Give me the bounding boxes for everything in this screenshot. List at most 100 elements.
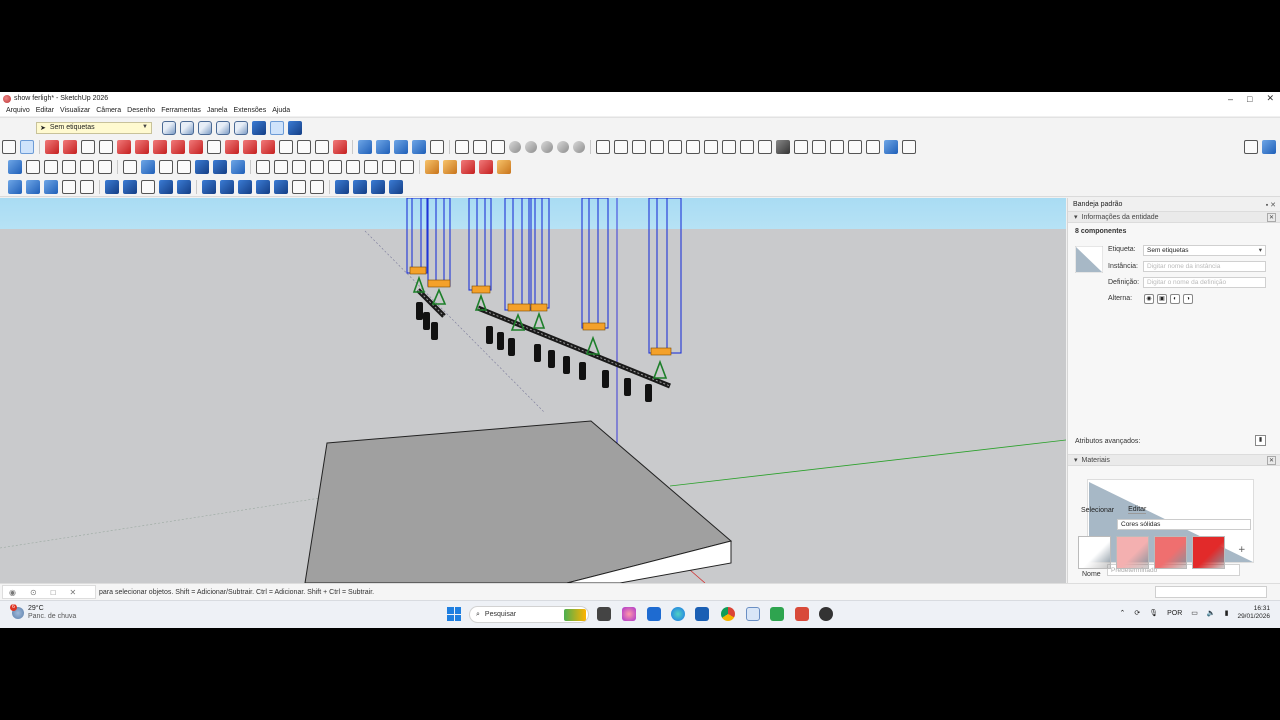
warehouse-icon[interactable] [412,140,426,154]
folder-icon[interactable] [455,140,469,154]
move-icon[interactable] [153,140,167,154]
materials-header[interactable]: ▾ Materiais ✕ [1068,454,1280,466]
receive-shadow-icon[interactable]: ◑ [1183,294,1193,304]
component-icon[interactable] [358,140,372,154]
geo-icon[interactable]: ◉ [9,588,16,597]
close-icon[interactable]: ✕ [1266,93,1274,104]
ext-tool-6-icon[interactable] [213,160,227,174]
app-red-icon[interactable] [795,607,809,621]
ext-tool-5-icon[interactable] [195,160,209,174]
drop-icon-5[interactable] [573,141,585,153]
drop-icon-2[interactable] [525,141,537,153]
ext-tool-8-icon[interactable] [256,160,270,174]
drop-icon-3[interactable] [541,141,553,153]
scale-icon[interactable] [189,140,203,154]
view-icon-2[interactable] [830,140,844,154]
ext-row4-17-icon[interactable] [310,179,324,194]
menu-visualizar[interactable]: Visualizar [60,107,90,114]
sandbox-icon-3[interactable] [632,140,646,154]
info-icon[interactable]: ⊙ [30,588,37,597]
minimize-icon[interactable]: – [1228,94,1233,104]
axes-icon[interactable] [297,140,311,154]
tab-select[interactable]: Selecionar [1081,507,1114,514]
search-icon[interactable] [2,140,16,154]
sandbox-icon-6[interactable] [686,140,700,154]
ext-tool-16-icon[interactable] [400,160,414,174]
visibility-icon[interactable]: ◉ [1144,294,1154,304]
maximize-icon[interactable]: □ [1247,94,1252,104]
sandbox-icon-9[interactable] [740,140,754,154]
close-icon[interactable]: ✕ [70,588,77,597]
solid-tools-icon[interactable] [376,140,390,154]
material-swatch[interactable] [1154,536,1187,569]
menu-extensoes[interactable]: Extensões [234,107,267,114]
taskbar-search[interactable]: ⌕ Pesquisar [469,606,589,623]
tape-measure-icon[interactable] [225,140,239,154]
gear-icon[interactable] [473,140,487,154]
edge-icon[interactable] [671,607,685,621]
hidden-line-style-icon[interactable] [216,120,230,135]
zoom-icon[interactable] [315,140,329,154]
chevron-up-icon[interactable]: ⌃ [1119,609,1125,617]
close-tool-icon[interactable] [491,140,505,154]
ext-tool-20-icon[interactable] [479,160,493,174]
ext-row4-12-icon[interactable] [220,179,234,194]
ext-tool-13-icon[interactable] [346,160,360,174]
definition-input[interactable]: Digitar o nome da definição [1143,277,1266,288]
ext-row4-9-icon[interactable] [159,179,173,194]
eraser-icon[interactable] [45,140,59,154]
ext-row4-1-icon[interactable] [8,179,22,194]
ext-row4-7-icon[interactable] [123,179,137,194]
ext-row4-20-icon[interactable] [371,179,385,194]
ext-row4-2-icon[interactable] [26,179,40,194]
flip-icon[interactable] [62,160,76,174]
ext-row4-11-icon[interactable] [202,179,216,194]
xray-style-icon[interactable] [162,120,176,135]
rotate-ext-icon[interactable] [44,160,58,174]
shaded-textures-style-icon[interactable] [252,120,266,135]
ext-tool-9-icon[interactable] [274,160,288,174]
select-tool-icon[interactable] [20,140,34,154]
lock-icon[interactable]: ▣ [1157,294,1167,304]
windows-start-icon[interactable] [447,607,461,621]
ext-row4-4-icon[interactable] [62,179,76,194]
pin-icon[interactable] [794,140,808,154]
wireframe-style-icon[interactable] [198,120,212,135]
close-icon[interactable]: ✕ [1267,213,1276,222]
sync-icon[interactable]: ⟳ [1134,609,1140,617]
ext-row4-10-icon[interactable] [177,179,191,194]
view-icon-1[interactable] [812,140,826,154]
link-icon[interactable] [98,160,112,174]
ext-row4-6-icon[interactable] [105,179,119,194]
shaded-style-icon[interactable] [234,120,248,135]
dimension-icon[interactable] [261,140,275,154]
ext-row4-8-icon[interactable] [141,179,155,194]
ext-tool-14-icon[interactable] [364,160,378,174]
material-library-select[interactable]: Cores sólidas [1117,519,1251,530]
back-edges-style-icon[interactable] [180,120,194,135]
cast-shadow-icon[interactable]: ◐ [1170,294,1180,304]
material-swatch[interactable] [1116,536,1149,569]
ext-row4-18-icon[interactable] [335,179,349,194]
ext-tool-19-icon[interactable] [461,160,475,174]
battery-icon[interactable]: ▮ [1225,609,1229,617]
ext-tool-3-icon[interactable] [159,160,173,174]
ext-tool-7-icon[interactable] [231,160,245,174]
tag-dropdown[interactable]: Sem etiquetas ▾ [1143,245,1266,256]
square-icon[interactable]: □ [51,588,56,597]
offset-icon[interactable] [207,140,221,154]
ext-row4-15-icon[interactable] [274,179,288,194]
close-icon[interactable]: ✕ [1267,456,1276,465]
ext-row4-19-icon[interactable] [353,179,367,194]
chrome-icon[interactable] [721,607,735,621]
network-icon[interactable]: ▭ [1191,609,1198,617]
sandbox-icon-2[interactable] [614,140,628,154]
drop-icon-4[interactable] [557,141,569,153]
sandbox-icon-1[interactable] [596,140,610,154]
tab-edit[interactable]: Editar [1128,506,1147,514]
view-icon-6[interactable] [902,140,916,154]
drop-icon-1[interactable] [509,141,521,153]
pencil-line-icon[interactable] [63,140,77,154]
view-icon-4[interactable] [866,140,880,154]
ext-tool-4-icon[interactable] [177,160,191,174]
